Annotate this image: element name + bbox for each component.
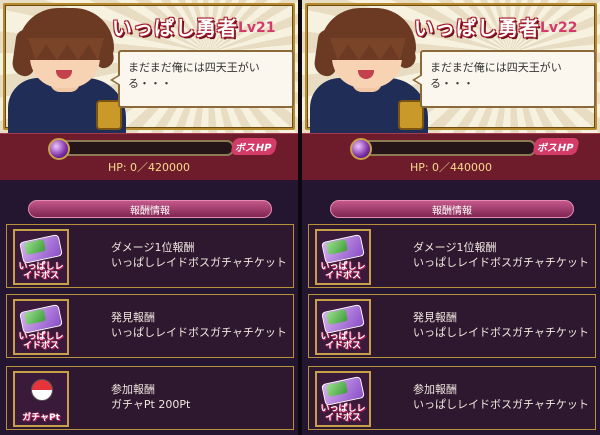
reward-thumbnail: いっぱしレイドボス [315,229,371,285]
boss-panel-lv22: いっぱし勇者 Lv22 まだまだ俺には四天王がいる・・・ ボスHP HP: 0／… [302,0,600,435]
thumbnail-label: いっぱしレイドボス [18,262,64,281]
reward-title: 発見報酬 [111,311,155,324]
thumbnail-label: いっぱしレイドボス [320,404,366,423]
boss-name: いっぱし勇者 [112,16,238,40]
speech-text: まだまだ俺には四天王がいる・・・ [128,61,260,90]
reward-value: いっぱしレイドボスガチャチケット [413,398,589,411]
reward-thumbnail: いっぱしレイドボス [315,371,371,427]
reward-thumbnail: いっぱしレイドボス [13,299,69,355]
boss-hp-section: ボスHP HP: 0／420000 [0,133,298,180]
reward-value: ガチャPt 200Pt [111,398,191,411]
reward-thumbnail: ガチャPt [13,371,69,427]
thumbnail-label: いっぱしレイドボス [320,332,366,351]
boss-panel-lv21: いっぱし勇者 Lv21 まだまだ俺には四天王がいる・・・ ボスHP HP: 0／… [0,0,298,435]
speech-bubble: まだまだ俺には四天王がいる・・・ [110,50,294,108]
speech-text: まだまだ俺には四天王がいる・・・ [430,61,562,90]
reward-card-participation[interactable]: いっぱしレイドボス 参加報酬 いっぱしレイドボスガチャチケット [308,366,596,430]
reward-card-discovery[interactable]: いっぱしレイドボス 発見報酬 いっぱしレイドボスガチャチケット [6,294,294,358]
thumbnail-label: ガチャPt [22,413,60,423]
reward-value: いっぱしレイドボスガチャチケット [111,326,287,339]
reward-header: 報酬情報 [330,200,574,218]
boss-hp-section: ボスHP HP: 0／440000 [302,133,600,180]
boss-level: Lv22 [540,20,578,36]
boss-portrait [310,8,428,133]
reward-header: 報酬情報 [28,200,272,218]
reward-header-label: 報酬情報 [432,206,472,217]
reward-header-label: 報酬情報 [130,206,170,217]
reward-info: 報酬情報 いっぱしレイドボス ダメージ1位報酬 いっぱしレイドボスガチャチケット… [0,180,298,435]
gem-icon [350,138,372,160]
thumbnail-label: いっぱしレイドボス [320,262,366,281]
boss-portrait [8,8,126,133]
boss-name: いっぱし勇者 [414,16,540,40]
reward-value: いっぱしレイドボスガチャチケット [413,256,589,269]
gem-icon [48,138,70,160]
reward-title: ダメージ1位報酬 [413,241,497,254]
reward-thumbnail: いっぱしレイドボス [13,229,69,285]
reward-card-damage-top[interactable]: いっぱしレイドボス ダメージ1位報酬 いっぱしレイドボスガチャチケット [6,224,294,288]
reward-thumbnail: いっぱしレイドボス [315,299,371,355]
raid-boss-screen: いっぱし勇者 Lv21 まだまだ俺には四天王がいる・・・ ボスHP HP: 0／… [0,0,600,435]
reward-title: ダメージ1位報酬 [111,241,195,254]
reward-title: 参加報酬 [111,383,155,396]
boss-scene: いっぱし勇者 Lv21 まだまだ俺には四天王がいる・・・ [0,0,298,133]
reward-title: 発見報酬 [413,311,457,324]
reward-card-participation[interactable]: ガチャPt 参加報酬 ガチャPt 200Pt [6,366,294,430]
boss-hp-tag: ボスHP [230,138,278,155]
gacha-ball-icon [31,379,53,401]
reward-value: いっぱしレイドボスガチャチケット [111,256,287,269]
hp-value: HP: 0／440000 [409,161,493,174]
hp-bar [54,140,234,156]
hp-bar [356,140,536,156]
reward-value: いっぱしレイドボスガチャチケット [413,326,589,339]
reward-card-discovery[interactable]: いっぱしレイドボス 発見報酬 いっぱしレイドボスガチャチケット [308,294,596,358]
boss-scene: いっぱし勇者 Lv22 まだまだ俺には四天王がいる・・・ [302,0,600,133]
speech-bubble: まだまだ俺には四天王がいる・・・ [412,50,596,108]
hp-value: HP: 0／420000 [107,161,191,174]
reward-title: 参加報酬 [413,383,457,396]
reward-info: 報酬情報 いっぱしレイドボス ダメージ1位報酬 いっぱしレイドボスガチャチケット… [302,180,600,435]
reward-card-damage-top[interactable]: いっぱしレイドボス ダメージ1位報酬 いっぱしレイドボスガチャチケット [308,224,596,288]
boss-level: Lv21 [238,20,276,36]
boss-hp-tag: ボスHP [532,138,580,155]
thumbnail-label: いっぱしレイドボス [18,332,64,351]
